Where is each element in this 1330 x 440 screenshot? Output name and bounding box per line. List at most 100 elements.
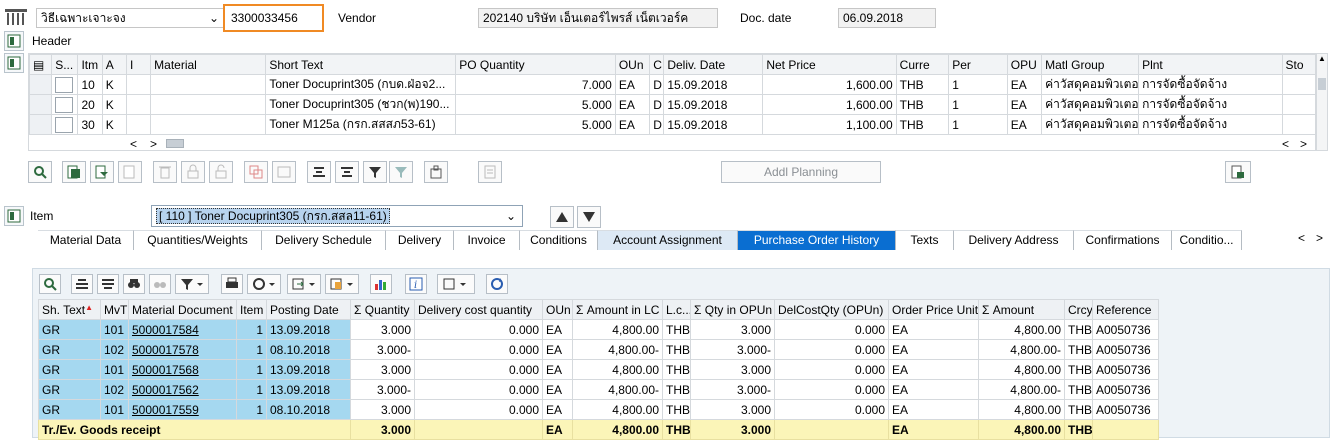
cell-delcostqty-opun[interactable]: 0.000: [774, 339, 889, 360]
views-icon[interactable]: [247, 274, 281, 294]
filter-icon[interactable]: [363, 161, 387, 183]
collapse-items-button[interactable]: [4, 53, 24, 73]
cell-i[interactable]: [125, 74, 152, 95]
col-header-material[interactable]: Material: [150, 54, 267, 75]
tab-scroll-right-icon[interactable]: >: [1316, 231, 1323, 245]
cell-mvt[interactable]: 102: [100, 339, 129, 360]
hist-col-lc[interactable]: L.c...: [662, 299, 691, 320]
cell-amount[interactable]: 4,800.00: [978, 359, 1065, 380]
cell-material-document[interactable]: 5000017568: [128, 359, 237, 380]
cell-sto[interactable]: [1281, 94, 1315, 115]
cell-po-quantity[interactable]: 5.000: [455, 114, 616, 135]
cell-sh-text[interactable]: GR: [38, 359, 101, 380]
hist-col-mvt[interactable]: MvT: [100, 299, 129, 320]
collapse-item-button[interactable]: [4, 206, 24, 226]
cell-order-price-unit[interactable]: EA: [888, 359, 979, 380]
cell-a[interactable]: K: [101, 74, 127, 95]
tab-conditions-more[interactable]: Conditio...: [1172, 230, 1242, 250]
cell-material-document[interactable]: 5000017578: [128, 339, 237, 360]
cell-curre[interactable]: THB: [895, 114, 950, 135]
addl-planning-button[interactable]: Addl Planning: [721, 161, 881, 183]
filter-off-icon[interactable]: [389, 161, 413, 183]
cell-reference[interactable]: A0050736: [1092, 359, 1159, 380]
cell-sto[interactable]: [1281, 114, 1315, 135]
items-hscroll-right-end-icon[interactable]: >: [1300, 137, 1307, 151]
tab-invoice[interactable]: Invoice: [454, 230, 520, 250]
cell-lc[interactable]: THB: [662, 339, 691, 360]
cell-opu[interactable]: EA: [1006, 74, 1043, 95]
col-header-itm[interactable]: Itm: [77, 54, 103, 75]
cell-plnt[interactable]: การจัดซื้อจัดจ้าง: [1138, 94, 1283, 115]
col-header-a[interactable]: A: [101, 54, 127, 75]
material-document-link[interactable]: 5000017578: [132, 343, 199, 357]
delete-icon[interactable]: [153, 161, 177, 183]
export-list-icon[interactable]: [287, 274, 321, 294]
col-header-opu[interactable]: OPU: [1006, 54, 1043, 75]
details-button[interactable]: [28, 161, 52, 183]
cell-po-quantity[interactable]: 5.000: [455, 94, 616, 115]
cell-delivery-cost-quantity[interactable]: 0.000: [414, 399, 543, 420]
cell-opu[interactable]: EA: [1006, 114, 1043, 135]
cell-delivery-cost-quantity[interactable]: 0.000: [414, 339, 543, 360]
cell-plnt[interactable]: การจัดซื้อจัดจ้าง: [1138, 74, 1283, 95]
cell-oun[interactable]: EA: [614, 114, 651, 135]
cell-item[interactable]: 1: [236, 319, 267, 340]
cell-plnt[interactable]: การจัดซื้อจัดจ้าง: [1138, 114, 1283, 135]
tab-material-data[interactable]: Material Data: [38, 230, 134, 250]
cell-oun[interactable]: EA: [542, 319, 573, 340]
expand-header-button[interactable]: [4, 31, 24, 51]
tab-delivery-schedule[interactable]: Delivery Schedule: [262, 230, 386, 250]
cell-material-document[interactable]: 5000017584: [128, 319, 237, 340]
cell-qty-opun[interactable]: 3.000-: [690, 379, 775, 400]
cell-quantity[interactable]: 3.000: [350, 399, 415, 420]
cell-mvt[interactable]: 101: [100, 319, 129, 340]
info-icon[interactable]: i: [405, 274, 427, 294]
col-header-i[interactable]: I: [125, 54, 152, 75]
cell-deliv-date[interactable]: 15.09.2018: [663, 94, 764, 115]
hist-col-amount-lc[interactable]: Σ Amount in LC: [572, 299, 663, 320]
hist-col-sh-text[interactable]: Sh. Text▲: [38, 299, 101, 320]
cell-oun[interactable]: EA: [542, 359, 573, 380]
cell-order-price-unit[interactable]: EA: [888, 339, 979, 360]
cell-deliv-date[interactable]: 15.09.2018: [663, 74, 764, 95]
document-flow-icon[interactable]: [424, 161, 448, 183]
col-header-s[interactable]: S...: [51, 54, 79, 75]
hist-col-delcostqty-opun[interactable]: DelCostQty (OPUn): [774, 299, 889, 320]
doc-type-select[interactable]: วิธีเฉพาะเจาะจง ⌄: [36, 8, 224, 28]
cell-short-text[interactable]: Toner Docuprint305 (กบด.ฝ่อจ2...: [265, 74, 457, 95]
docdate-field[interactable]: 06.09.2018: [838, 8, 936, 28]
col-header-po-quantity[interactable]: PO Quantity: [455, 54, 616, 75]
history-sort-desc-icon[interactable]: [97, 274, 119, 294]
cell-posting-date[interactable]: 08.10.2018: [266, 399, 351, 420]
cell-itm[interactable]: 10: [77, 74, 103, 95]
next-item-button[interactable]: [577, 206, 601, 228]
cell-amount-lc[interactable]: 4,800.00: [572, 319, 663, 340]
cell-order-price-unit[interactable]: EA: [888, 319, 979, 340]
cell-net-price[interactable]: 1,600.00: [762, 94, 897, 115]
paste-item-button[interactable]: [90, 161, 114, 183]
previous-item-button[interactable]: [550, 206, 574, 228]
items-vscroll-thumb[interactable]: [1318, 78, 1326, 90]
cell-oun[interactable]: EA: [542, 379, 573, 400]
col-header-curre[interactable]: Curre: [895, 54, 950, 75]
cell-reference[interactable]: A0050736: [1092, 399, 1159, 420]
items-vscroll[interactable]: ▲: [1316, 53, 1328, 151]
cell-reference[interactable]: A0050736: [1092, 379, 1159, 400]
hist-col-qty-opun[interactable]: Σ Qty in OPUn: [690, 299, 775, 320]
tab-quantities-weights[interactable]: Quantities/Weights: [134, 230, 262, 250]
cell-matl-group[interactable]: ค่าวัสดุคอมพิวเตอร์: [1041, 74, 1140, 95]
tab-account-assignment[interactable]: Account Assignment: [598, 230, 738, 250]
cell-material-document[interactable]: 5000017562: [128, 379, 237, 400]
cell-item[interactable]: 1: [236, 339, 267, 360]
top-left-app-icon[interactable]: [4, 6, 30, 26]
items-hscroll-left-icon[interactable]: <: [130, 137, 137, 151]
cell-oun[interactable]: EA: [614, 94, 651, 115]
lock-icon[interactable]: [181, 161, 205, 183]
cell-posting-date[interactable]: 13.09.2018: [266, 359, 351, 380]
cell-amount-lc[interactable]: 4,800.00: [572, 359, 663, 380]
hist-col-oun[interactable]: OUn: [542, 299, 573, 320]
hist-col-crcy[interactable]: Crcy: [1064, 299, 1093, 320]
cell-i[interactable]: [125, 94, 152, 115]
chart-icon[interactable]: [370, 274, 392, 294]
export-icon[interactable]: [1225, 161, 1251, 183]
